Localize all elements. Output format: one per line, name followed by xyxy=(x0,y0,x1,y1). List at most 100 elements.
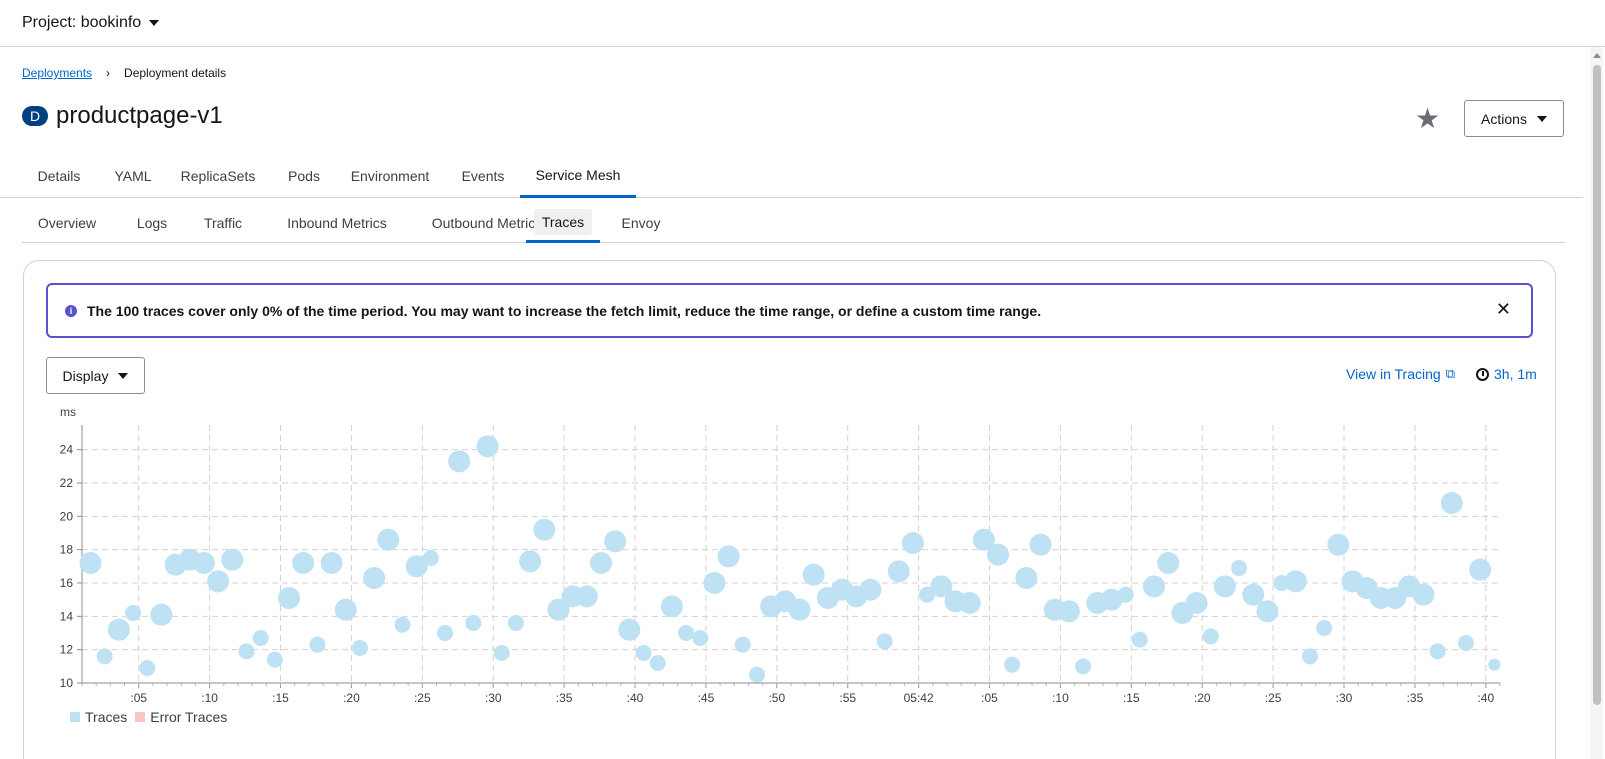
trace-point[interactable] xyxy=(309,636,326,653)
trace-point[interactable] xyxy=(887,560,910,583)
trace-point[interactable] xyxy=(1131,631,1148,648)
trace-point[interactable] xyxy=(363,567,386,589)
trace-point[interactable] xyxy=(238,643,255,660)
subtab-inbound-metrics[interactable]: Inbound Metrics xyxy=(262,203,412,243)
tab-environment[interactable]: Environment xyxy=(340,154,440,198)
trace-point[interactable] xyxy=(788,598,811,621)
trace-point[interactable] xyxy=(1256,600,1279,623)
trace-point[interactable] xyxy=(1488,658,1501,671)
trace-point[interactable] xyxy=(649,655,666,671)
trace-point[interactable] xyxy=(604,530,627,553)
trace-point[interactable] xyxy=(1004,656,1021,673)
trace-point[interactable] xyxy=(278,587,301,609)
trace-point[interactable] xyxy=(589,552,612,574)
trace-point[interactable] xyxy=(377,528,400,551)
trace-point[interactable] xyxy=(422,550,439,566)
trace-point[interactable] xyxy=(1157,552,1180,574)
trace-point[interactable] xyxy=(221,548,244,571)
trace-point[interactable] xyxy=(1412,583,1435,606)
trace-point[interactable] xyxy=(437,625,454,641)
trace-point[interactable] xyxy=(802,563,825,586)
trace-point[interactable] xyxy=(1075,658,1092,675)
subtab-envoy[interactable]: Envoy xyxy=(608,203,674,243)
tab-replicasets[interactable]: ReplicaSets xyxy=(172,154,264,198)
scroll-up-arrow-icon[interactable] xyxy=(1593,53,1601,58)
trace-point[interactable] xyxy=(125,605,142,621)
actions-button[interactable]: Actions xyxy=(1464,100,1564,137)
subtab-traces[interactable]: Traces xyxy=(526,203,600,243)
trace-point[interactable] xyxy=(876,633,893,650)
trace-point[interactable] xyxy=(79,552,102,574)
display-dropdown[interactable]: Display xyxy=(46,357,145,394)
tab-yaml[interactable]: YAML xyxy=(104,154,162,198)
trace-point[interactable] xyxy=(192,552,215,574)
legend-item-error-traces[interactable]: Error Traces xyxy=(135,709,227,725)
subtab-logs[interactable]: Logs xyxy=(122,203,182,243)
trace-point[interactable] xyxy=(1242,583,1265,606)
tab-pods[interactable]: Pods xyxy=(278,154,330,198)
trace-point[interactable] xyxy=(1029,533,1052,556)
trace-point[interactable] xyxy=(660,595,683,618)
trace-point[interactable] xyxy=(901,532,924,554)
trace-point[interactable] xyxy=(207,570,230,593)
view-in-tracing-link[interactable]: View in Tracing ⧉ xyxy=(1346,366,1455,382)
trace-point[interactable] xyxy=(266,651,283,668)
trace-point[interactable] xyxy=(292,552,315,574)
trace-point[interactable] xyxy=(1316,620,1333,636)
trace-point[interactable] xyxy=(96,648,113,665)
time-range[interactable]: 3h, 1m xyxy=(1476,366,1537,382)
trace-point[interactable] xyxy=(692,630,709,646)
trace-point[interactable] xyxy=(635,645,652,661)
trace-point[interactable] xyxy=(507,615,524,631)
breadcrumb-deployments-link[interactable]: Deployments xyxy=(22,66,92,80)
trace-point[interactable] xyxy=(493,645,510,661)
tab-service-mesh[interactable]: Service Mesh xyxy=(520,154,636,198)
trace-point[interactable] xyxy=(1213,575,1236,598)
trace-point[interactable] xyxy=(1185,592,1208,614)
trace-point[interactable] xyxy=(1143,575,1166,598)
trace-point[interactable] xyxy=(703,572,726,594)
trace-point[interactable] xyxy=(618,618,641,641)
trace-point[interactable] xyxy=(1469,558,1492,581)
trace-point[interactable] xyxy=(519,550,542,573)
trace-point[interactable] xyxy=(1457,635,1474,651)
trace-point[interactable] xyxy=(1327,533,1350,556)
trace-point[interactable] xyxy=(1284,570,1307,593)
trace-point[interactable] xyxy=(252,630,269,646)
close-icon[interactable]: ✕ xyxy=(1496,299,1511,320)
trace-point[interactable] xyxy=(139,660,156,676)
trace-point[interactable] xyxy=(1202,628,1219,645)
tab-events[interactable]: Events xyxy=(452,154,514,198)
project-selector[interactable]: Project: bookinfo xyxy=(22,14,160,32)
trace-point[interactable] xyxy=(351,640,368,656)
trace-point[interactable] xyxy=(394,616,411,633)
trace-point[interactable] xyxy=(1015,567,1038,589)
star-icon[interactable]: ★ xyxy=(1415,104,1445,134)
trace-point[interactable] xyxy=(476,435,499,458)
trace-point[interactable] xyxy=(448,450,471,473)
trace-point[interactable] xyxy=(958,592,981,614)
trace-point[interactable] xyxy=(533,518,556,541)
legend-item-traces[interactable]: Traces xyxy=(70,709,127,725)
trace-point[interactable] xyxy=(987,543,1010,566)
trace-point[interactable] xyxy=(320,552,343,574)
trace-point[interactable] xyxy=(734,636,751,653)
subtab-traffic[interactable]: Traffic xyxy=(188,203,258,243)
scrollbar[interactable] xyxy=(1590,47,1603,759)
trace-point[interactable] xyxy=(678,625,695,641)
trace-point[interactable] xyxy=(465,615,482,631)
trace-point[interactable] xyxy=(748,666,765,683)
trace-point[interactable] xyxy=(1440,492,1463,514)
trace-point[interactable] xyxy=(334,598,357,621)
subtab-overview[interactable]: Overview xyxy=(22,203,112,243)
trace-point[interactable] xyxy=(1057,600,1080,623)
tab-details[interactable]: Details xyxy=(22,154,96,198)
trace-point[interactable] xyxy=(107,618,130,641)
trace-point[interactable] xyxy=(859,578,882,601)
trace-point[interactable] xyxy=(1231,560,1248,576)
trace-point[interactable] xyxy=(575,585,598,608)
trace-point[interactable] xyxy=(1301,648,1318,665)
trace-point[interactable] xyxy=(1117,586,1134,603)
scrollbar-thumb[interactable] xyxy=(1593,65,1601,705)
trace-point[interactable] xyxy=(717,545,740,568)
